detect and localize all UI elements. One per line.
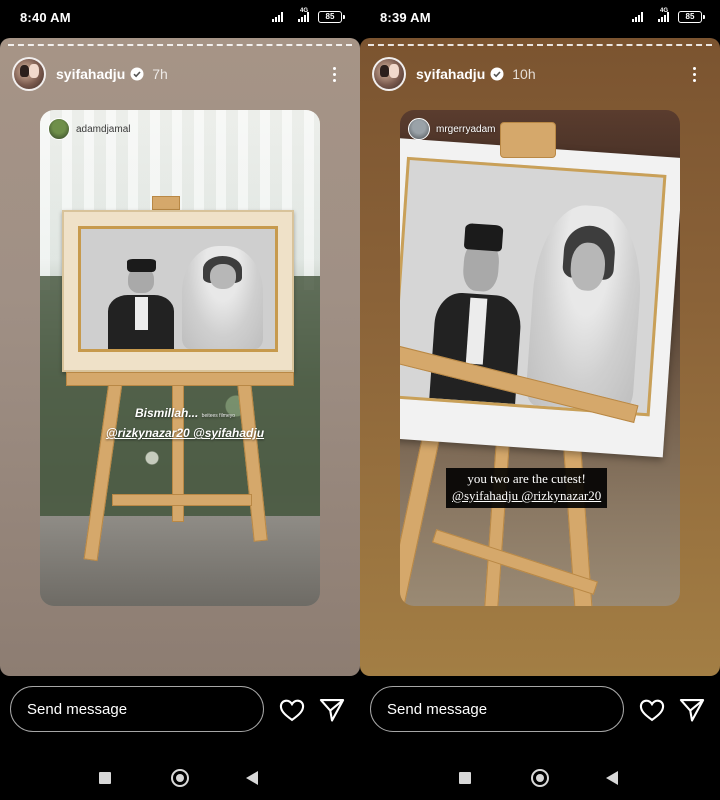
bride-figure	[525, 202, 646, 413]
caption-mentions[interactable]: @syifahadju @rizkynazar20	[452, 488, 601, 504]
triangle-back-icon[interactable]	[246, 771, 258, 785]
status-bar: 8:40 AM 4G 85	[0, 0, 360, 36]
repost-username: adamdjamal	[76, 123, 131, 135]
signal-strength-icon	[632, 12, 643, 22]
story-caption: Bismillah... beitees filmeyo @rizkynazar…	[90, 406, 280, 440]
status-time: 8:40 AM	[20, 10, 71, 25]
story-username[interactable]: syifahadju	[416, 66, 485, 82]
story-pane-left: 8:40 AM 4G 85 syifahadju 7h adamdjamal B…	[0, 0, 360, 800]
easel-shelf	[66, 372, 294, 386]
verified-badge-icon	[130, 67, 144, 81]
square-icon[interactable]	[459, 772, 471, 784]
easel-leg	[484, 439, 510, 606]
story-progress-bar	[8, 44, 352, 46]
heart-icon[interactable]	[278, 696, 306, 724]
photo-frame	[400, 137, 680, 458]
easel-top	[152, 196, 180, 210]
bride-figure	[181, 245, 264, 349]
caption-small-text: beitees filmeyo	[201, 413, 236, 419]
battery-icon: 85	[318, 11, 345, 23]
groom-figure	[108, 255, 175, 349]
couple-photo	[400, 156, 667, 417]
signal-strength-icon	[298, 12, 309, 22]
paper-plane-icon[interactable]	[318, 696, 346, 724]
story-progress-bar	[368, 44, 712, 46]
photo-frame	[62, 210, 294, 372]
avatar	[408, 118, 430, 140]
story-caption: you two are the cutest! @syifahadju @riz…	[446, 468, 608, 508]
background-floor	[40, 516, 320, 606]
system-nav-bar	[0, 740, 360, 800]
send-message-input[interactable]	[10, 686, 264, 732]
verified-badge-icon	[490, 67, 504, 81]
status-time: 8:39 AM	[380, 10, 431, 25]
story-pane-right: 8:39 AM 4G 85 syifahadju 10h mrgerryadam…	[360, 0, 720, 800]
reply-bar	[0, 684, 360, 736]
status-bar: 8:39 AM 4G 85	[360, 0, 720, 36]
heart-icon[interactable]	[638, 696, 666, 724]
avatar	[48, 118, 70, 140]
avatar[interactable]	[12, 57, 46, 91]
more-options-icon[interactable]	[684, 64, 704, 84]
avatar[interactable]	[372, 57, 406, 91]
story-timestamp: 10h	[512, 66, 536, 82]
caption-mentions[interactable]: @rizkynazar20 @syifahadju	[90, 426, 280, 440]
story-viewer[interactable]: syifahadju 10h mrgerryadam you two are t…	[360, 38, 720, 676]
send-message-input[interactable]	[370, 686, 624, 732]
story-viewer[interactable]: syifahadju 7h adamdjamal Bismillah... be…	[0, 38, 360, 676]
repost-username: mrgerryadam	[436, 123, 496, 135]
signal-strength-icon	[658, 12, 669, 22]
reply-bar	[360, 684, 720, 736]
triangle-back-icon[interactable]	[606, 771, 618, 785]
repost-attribution[interactable]: mrgerryadam	[408, 118, 495, 140]
circle-icon[interactable]	[531, 769, 549, 787]
story-timestamp: 7h	[152, 66, 168, 82]
story-header: syifahadju 7h	[12, 56, 348, 92]
paper-plane-icon[interactable]	[678, 696, 706, 724]
reposted-story-card[interactable]: mrgerryadam you two are the cutest! @syi…	[400, 110, 680, 606]
caption-text: Bismillah...	[134, 406, 199, 420]
system-nav-bar	[360, 740, 720, 800]
easel-top	[500, 122, 556, 158]
repost-attribution[interactable]: adamdjamal	[48, 118, 130, 140]
signal-strength-icon	[272, 12, 283, 22]
reposted-story-card[interactable]: adamdjamal Bismillah... beitees filmeyo …	[40, 110, 320, 606]
more-options-icon[interactable]	[324, 64, 344, 84]
circle-icon[interactable]	[171, 769, 189, 787]
easel-crossbar	[112, 494, 252, 506]
caption-text: you two are the cutest!	[467, 471, 586, 486]
story-username[interactable]: syifahadju	[56, 66, 125, 82]
battery-icon: 85	[678, 11, 705, 23]
story-header: syifahadju 10h	[372, 56, 708, 92]
square-icon[interactable]	[99, 772, 111, 784]
couple-photo	[78, 226, 278, 352]
